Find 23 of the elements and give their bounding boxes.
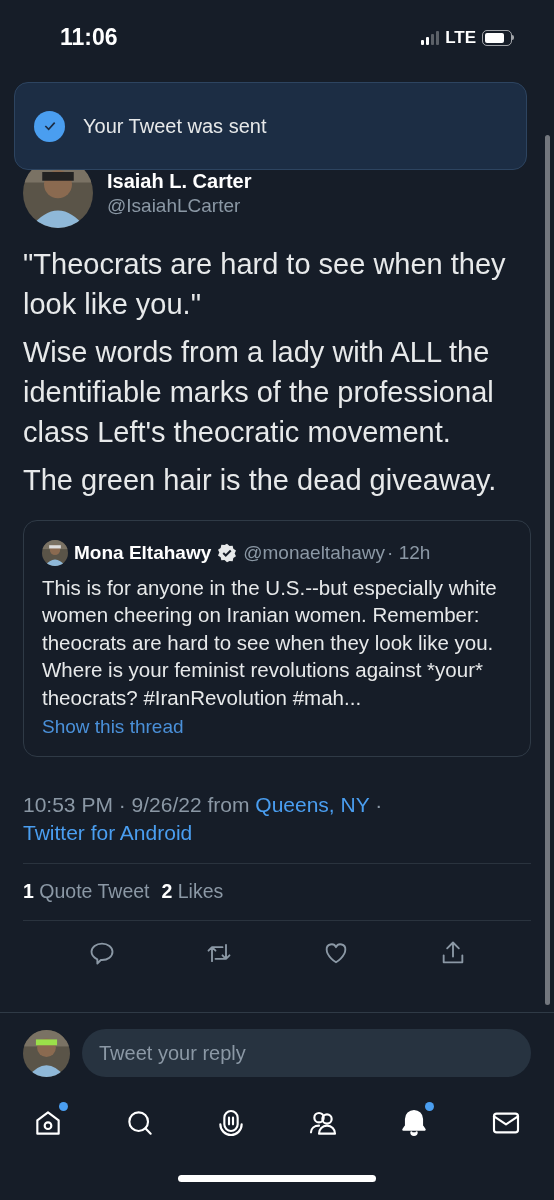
network-label: LTE [445,26,476,49]
quoted-tweet-card[interactable] [23,520,531,757]
author-name: Isaiah L. Carter [107,168,252,194]
signal-icon [421,30,440,45]
stat-link[interactable]: 1 Quote Tweet [23,876,150,907]
quoted-author-handle: @monaeltahawy [243,541,386,565]
tweet-text: The green hair is the dead giveaway. [23,463,498,498]
source-link[interactable]: Queens, NY [255,792,370,816]
reply-input[interactable]: Tweet your reply [82,1029,531,1077]
status-time: 11:06 [60,23,118,53]
battery-icon [482,29,514,46]
quoted-author-name: Mona Eltahawy [74,541,212,565]
tweet-timestamp: 10:53 PM · 9/26/22 from Queens, NY · Twitter for Android [23,791,384,846]
stat-link[interactable]: 2 Likes [161,876,224,907]
quoted-time: · 12h [387,541,431,565]
quoted-tweet-text: This is for anyone in the U.S.--but especially white women cheering on Iranian women. Remember: theocrats are hard to see when they look like you. Where is your feminist revolutions against *your* theocrats? #IranRevolution #mah... [42,574,498,711]
check-icon [34,110,65,142]
tweet-text: Wise words from a lady with ALL the identifiable marks of the professional class Left's theocratic movement. [23,335,495,450]
toast-message: Your Tweet was sent [83,114,267,139]
source-link[interactable]: Twitter for Android [23,820,193,844]
tweet-text: "Theocrats are hard to see when they look like you." [23,247,507,322]
show-thread-link[interactable]: Show this thread [42,713,512,742]
author-handle: @IsaiahLCarter [107,193,242,218]
